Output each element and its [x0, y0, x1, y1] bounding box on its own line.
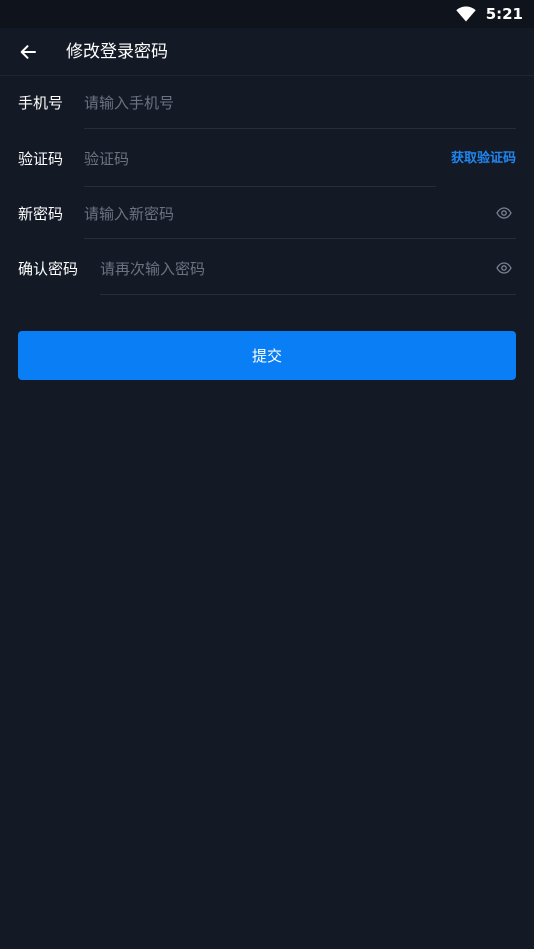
phone-row: 手机号 — [18, 76, 516, 132]
phone-divider — [84, 128, 516, 129]
new-password-divider — [84, 238, 516, 239]
page-title: 修改登录密码 — [66, 42, 168, 62]
new-password-row: 新密码 — [18, 187, 516, 243]
eye-icon[interactable] — [496, 262, 512, 274]
back-button[interactable] — [14, 38, 42, 66]
confirm-password-input[interactable] — [100, 257, 470, 281]
code-row: 验证码 获取验证码 — [18, 132, 516, 188]
confirm-password-label: 确认密码 — [18, 260, 79, 278]
code-label: 验证码 — [18, 150, 64, 168]
header: 修改登录密码 — [0, 28, 534, 76]
status-time: 5:21 — [485, 5, 523, 23]
new-password-input[interactable] — [84, 202, 464, 226]
code-input[interactable] — [84, 147, 384, 171]
arrow-left-icon — [20, 45, 36, 59]
confirm-password-row: 确认密码 — [18, 242, 516, 298]
wifi-icon — [455, 6, 476, 22]
phone-label: 手机号 — [18, 94, 64, 112]
screen: 5:21 修改登录密码 手机号 验证码 获取验证码 新密码 确认密码 — [0, 0, 534, 949]
confirm-password-divider — [100, 294, 516, 295]
submit-button[interactable]: 提交 — [18, 331, 516, 380]
get-code-button[interactable]: 获取验证码 — [451, 149, 516, 169]
new-password-label: 新密码 — [18, 205, 64, 223]
status-bar: 5:21 — [0, 0, 534, 28]
eye-icon[interactable] — [496, 207, 512, 219]
status-icons: 5:21 — [455, 5, 523, 23]
submit-label: 提交 — [251, 347, 282, 365]
phone-input[interactable] — [84, 91, 464, 115]
